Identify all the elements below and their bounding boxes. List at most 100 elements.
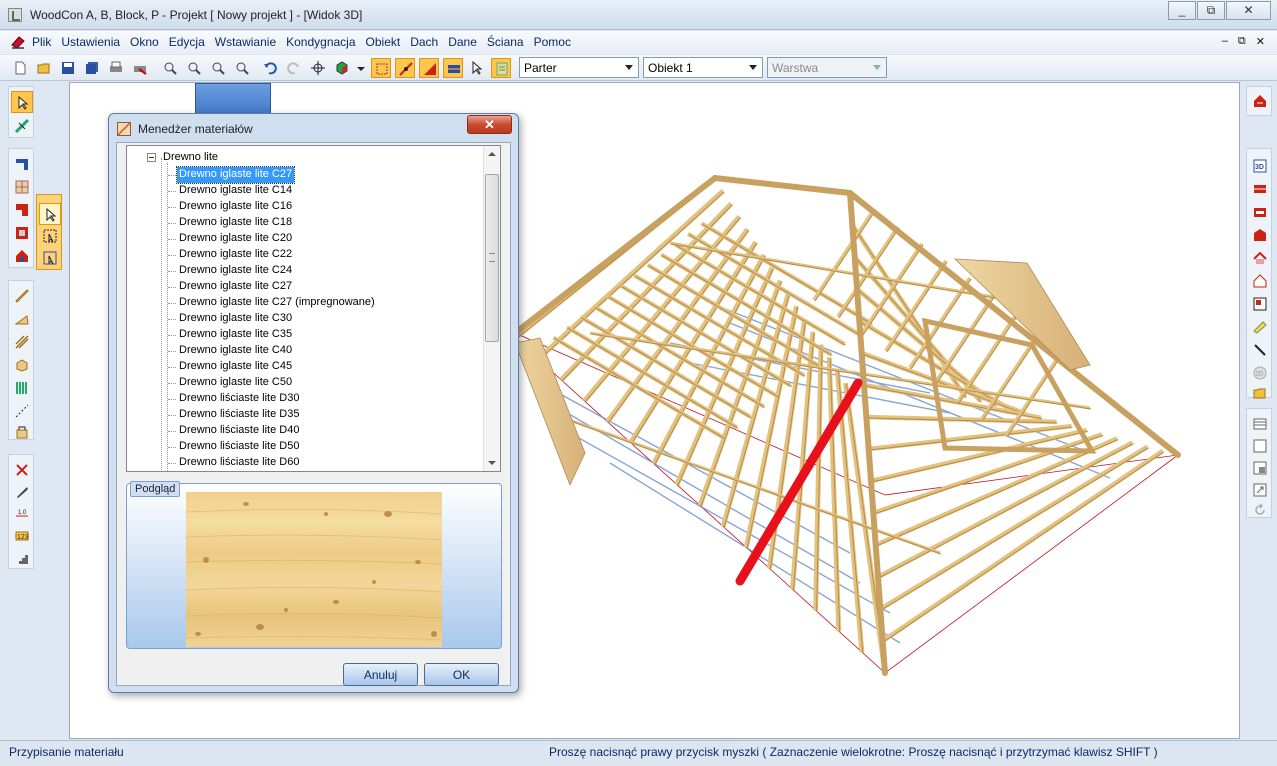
material-button[interactable]	[491, 58, 511, 78]
snap-button[interactable]	[395, 58, 415, 78]
view-beam-button[interactable]	[1249, 316, 1271, 338]
window-tool-button[interactable]	[11, 176, 33, 198]
tree-item-material[interactable]: Drewno iglaste lite C35	[177, 327, 294, 343]
delete-tool-button[interactable]	[11, 459, 33, 481]
restore-button[interactable]: ⧉	[1197, 1, 1225, 20]
center-view-button[interactable]	[308, 58, 328, 78]
dialog-close-button[interactable]: ✕	[467, 115, 512, 134]
close-button[interactable]: ✕	[1226, 1, 1271, 20]
layer-select[interactable]: Warstwa	[767, 57, 887, 78]
tree-item-material[interactable]: Drewno iglaste lite C50	[177, 375, 294, 391]
corner-tool-button[interactable]	[11, 199, 33, 221]
tree-item-material[interactable]: Drewno liściaste lite D30	[177, 391, 301, 407]
rafter-tool-button[interactable]	[11, 308, 33, 330]
beam-tool-button[interactable]	[11, 285, 33, 307]
menu-item[interactable]: Dane	[448, 35, 477, 49]
view-house-button[interactable]	[1249, 270, 1271, 292]
floor-select[interactable]: Parter	[519, 57, 639, 78]
tree-node-root[interactable]: Drewno lite	[147, 151, 218, 163]
menu-item[interactable]: Ściana	[487, 35, 524, 49]
print-preview-button[interactable]	[130, 58, 150, 78]
view-2d-button[interactable]: 2D	[1249, 362, 1271, 384]
tree-item-material[interactable]: Drewno iglaste lite C27	[177, 279, 294, 295]
tree-item-material[interactable]: Drewno iglaste lite C22	[177, 247, 294, 263]
tree-item-material[interactable]: Drewno iglaste lite C20	[177, 231, 294, 247]
tree-item-material[interactable]: Drewno iglaste lite C27	[175, 166, 296, 184]
open-file-button[interactable]	[34, 58, 54, 78]
layout-expand-button[interactable]	[1249, 479, 1271, 501]
zoom-out-button[interactable]	[184, 58, 204, 78]
tree-item-material[interactable]: Drewno liściaste lite D60	[177, 455, 301, 471]
menu-item[interactable]: Edycja	[169, 35, 205, 49]
menu-item[interactable]: Obiekt	[366, 35, 401, 49]
save-button[interactable]	[58, 58, 78, 78]
scroll-thumb[interactable]	[485, 174, 499, 342]
app-icon[interactable]	[8, 8, 22, 22]
tree-item-material[interactable]: Drewno iglaste lite C18	[177, 215, 294, 231]
mdi-close-button[interactable]: ✕	[1256, 35, 1265, 48]
stair-tool-button[interactable]	[11, 547, 33, 569]
dotted-line-tool-button[interactable]	[11, 400, 33, 422]
tree-item-material[interactable]: Drewno iglaste lite C14	[177, 183, 294, 199]
menu-item[interactable]: Plik	[32, 35, 51, 49]
cancel-button[interactable]: Anuluj	[343, 663, 418, 686]
wall-tool-button[interactable]	[11, 153, 33, 175]
shading-dropdown[interactable]	[352, 58, 365, 78]
view-3d-button[interactable]: 3D	[1249, 155, 1271, 177]
menu-item[interactable]: Ustawienia	[61, 35, 120, 49]
truss-tool-button[interactable]	[11, 331, 33, 353]
open-folder-button[interactable]	[1249, 382, 1271, 404]
tree-item-material[interactable]: Drewno iglaste lite C30	[177, 311, 294, 327]
menu-item[interactable]: Pomoc	[534, 35, 571, 49]
mdi-minimize-button[interactable]: –	[1222, 35, 1228, 48]
block-tool-button[interactable]	[11, 354, 33, 376]
tree-item-material[interactable]: Drewno iglaste lite C27 (impregnowane)	[177, 295, 377, 311]
view-lists-button[interactable]	[1249, 201, 1271, 223]
redo-button[interactable]	[284, 58, 304, 78]
select-tool-button[interactable]	[11, 91, 33, 113]
layer-view-button[interactable]	[443, 58, 463, 78]
pointer-button[interactable]	[467, 58, 487, 78]
view-floor-button[interactable]	[1249, 224, 1271, 246]
material-tree[interactable]: Drewno lite Drewno iglaste lite C27 Drewn…	[126, 145, 501, 472]
house-settings-button[interactable]	[1249, 90, 1271, 112]
studs-tool-button[interactable]	[11, 377, 33, 399]
crossing-select-button[interactable]	[39, 247, 61, 269]
collapse-icon[interactable]	[147, 153, 156, 162]
numbering-tool-button[interactable]: 123	[11, 525, 33, 547]
tree-item-material[interactable]: Drewno iglaste lite C40	[177, 343, 294, 359]
tree-item-material[interactable]: Drewno iglaste lite C24	[177, 263, 294, 279]
tree-item-material[interactable]: Drewno iglaste lite C16	[177, 199, 294, 215]
select-frame-button[interactable]	[371, 58, 391, 78]
tree-item-material[interactable]: Drewno liściaste lite D50	[177, 439, 301, 455]
zoom-all-button[interactable]	[232, 58, 252, 78]
save-all-button[interactable]	[82, 58, 102, 78]
zoom-in-button[interactable]	[160, 58, 180, 78]
dialog-title-bar[interactable]: Menedżer materiałów ✕	[109, 114, 518, 142]
ok-button[interactable]: OK	[424, 663, 499, 686]
menu-item[interactable]: Dach	[410, 35, 438, 49]
mdi-restore-button[interactable]: ⧉	[1238, 35, 1246, 48]
log-tool-button[interactable]	[11, 421, 33, 443]
view-roof-button[interactable]	[1249, 247, 1271, 269]
opening-tool-button[interactable]	[11, 222, 33, 244]
layout-list-button[interactable]	[1249, 413, 1271, 435]
view-wall-button[interactable]	[1249, 178, 1271, 200]
house-tool-button[interactable]	[11, 245, 33, 267]
tree-item-material[interactable]: Drewno iglaste lite C45	[177, 359, 294, 375]
refresh-button[interactable]	[1249, 499, 1271, 521]
view-plan-button[interactable]	[1249, 293, 1271, 315]
menu-item[interactable]: Kondygnacja	[286, 35, 355, 49]
object-select[interactable]: Obiekt 1	[643, 57, 763, 78]
tree-item-material[interactable]: Drewno liściaste lite D35	[177, 407, 301, 423]
minimize-button[interactable]: _	[1168, 1, 1196, 20]
layout-blank-button[interactable]	[1249, 435, 1271, 457]
print-button[interactable]	[106, 58, 126, 78]
zoom-window-button[interactable]	[208, 58, 228, 78]
layout-split-button[interactable]	[1249, 457, 1271, 479]
angle-button[interactable]	[419, 58, 439, 78]
view-line-button[interactable]	[1249, 339, 1271, 361]
doc-eraser-icon[interactable]	[10, 35, 26, 50]
tree-scrollbar[interactable]	[483, 146, 500, 471]
new-file-button[interactable]	[10, 58, 30, 78]
